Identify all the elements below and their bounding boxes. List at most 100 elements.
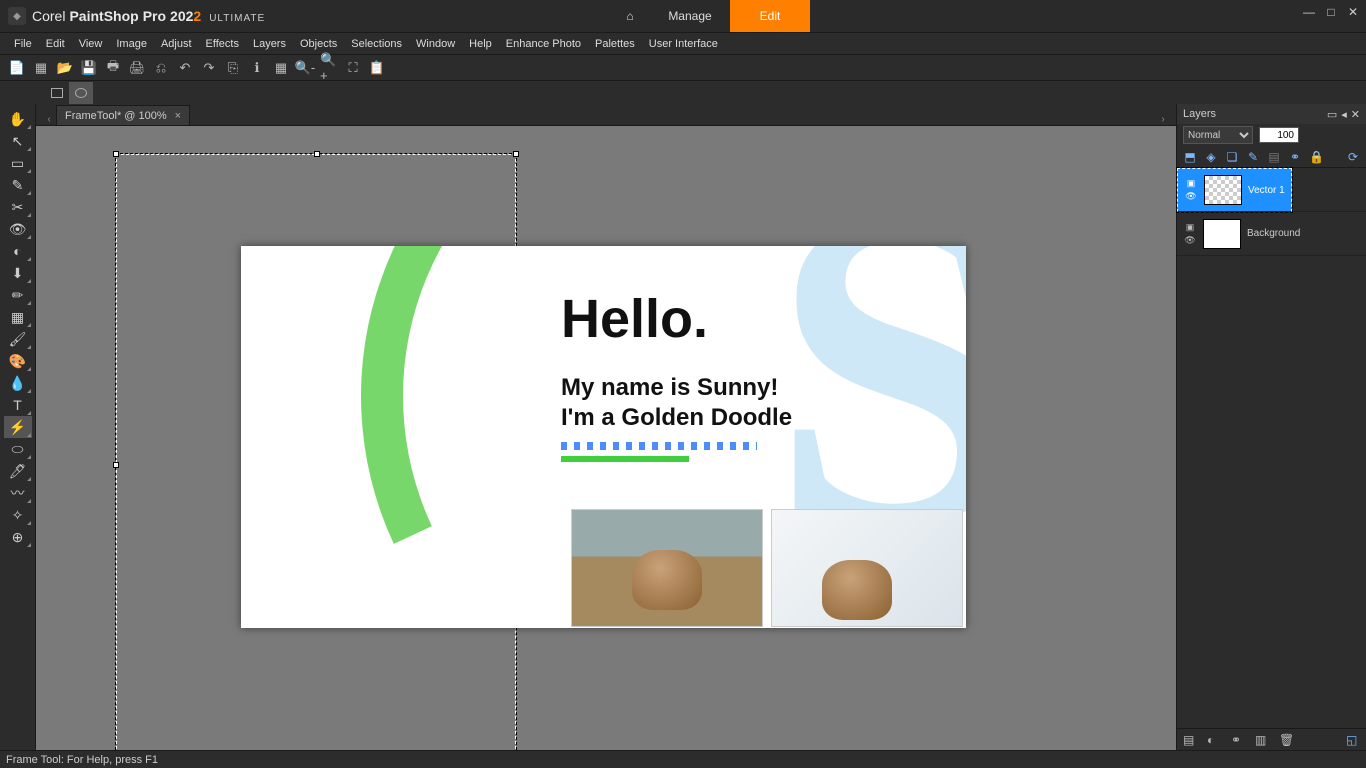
warp-tool[interactable]: 〰 [4, 482, 32, 504]
new-mask-icon[interactable]: ◈ [1204, 150, 1218, 164]
pen-tool[interactable]: 🖊 [4, 460, 32, 482]
toolbar-btn-5[interactable]: 🖨 [128, 59, 146, 77]
toolbar-btn-8[interactable]: ↷ [200, 59, 218, 77]
menu-layers[interactable]: Layers [247, 36, 292, 52]
link-bottom-icon[interactable]: ⚭ [1231, 733, 1245, 747]
layer-name: Vector 1 [1248, 185, 1285, 196]
redeye-tool[interactable]: 👁 [4, 218, 32, 240]
menu-view[interactable]: View [73, 36, 109, 52]
menu-palettes[interactable]: Palettes [589, 36, 641, 52]
selection-tool[interactable]: ▭ [4, 152, 32, 174]
new-raster-icon[interactable]: ▤ [1183, 733, 1197, 747]
panel-pin-icon[interactable]: ◂ [1341, 108, 1347, 121]
delete-layer-icon[interactable]: 🗑 [1279, 733, 1293, 747]
toolbar-btn-10[interactable]: ℹ [248, 59, 266, 77]
toolbar-btn-3[interactable]: 💾 [80, 59, 98, 77]
dropper-tool[interactable]: ✎ [4, 174, 32, 196]
title-year: 2022 [170, 8, 201, 24]
tab-manage[interactable]: Manage [650, 0, 730, 32]
panel-dock-icon[interactable]: ▭ [1327, 108, 1337, 121]
link-icon[interactable]: ⚭ [1288, 150, 1302, 164]
toolbar-btn-12[interactable]: 🔍- [296, 59, 314, 77]
panel-close-icon[interactable]: ✕ [1351, 108, 1360, 121]
menu-window[interactable]: Window [410, 36, 461, 52]
frame-shape-ellipse[interactable] [69, 82, 93, 104]
flyout-indicator [27, 389, 31, 393]
menu-effects[interactable]: Effects [200, 36, 245, 52]
pan-tool[interactable]: ✋ [4, 108, 32, 130]
airbrush-tool[interactable]: 🎨 [4, 350, 32, 372]
toolbar-btn-6[interactable]: ⎌ [152, 59, 170, 77]
tool-options-bar [0, 80, 1366, 104]
toolbar-btn-9[interactable]: ⎘ [224, 59, 242, 77]
mesh-tool[interactable]: ✧ [4, 504, 32, 526]
new-group-icon[interactable]: ❏ [1225, 150, 1239, 164]
title-pro: Pro [143, 8, 166, 24]
frame-tool[interactable]: ⚡ [4, 416, 32, 438]
menu-edit[interactable]: Edit [40, 36, 71, 52]
merge-icon[interactable]: ▥ [1255, 733, 1269, 747]
menu-enhance-photo[interactable]: Enhance Photo [500, 36, 587, 52]
toolbar-btn-1[interactable]: ▦ [32, 59, 50, 77]
duplicate-icon[interactable]: ▤ [1267, 150, 1281, 164]
flyout-indicator [27, 499, 31, 503]
handle-ne[interactable] [513, 151, 519, 157]
refresh-icon[interactable]: ⟳ [1346, 150, 1360, 164]
gradient-tool[interactable]: ▦ [4, 306, 32, 328]
pick-tool[interactable]: ↖ [4, 130, 32, 152]
layer-row[interactable]: ▣👁Background [1177, 212, 1366, 256]
expand-icon[interactable]: ◱ [1346, 733, 1360, 747]
decor-bar [561, 456, 689, 462]
opacity-input[interactable] [1259, 127, 1299, 143]
text-tool[interactable]: T [4, 394, 32, 416]
flood-tool[interactable]: 💧 [4, 372, 32, 394]
tab-scroll-left[interactable]: ‹ [42, 114, 56, 125]
scratch-tool[interactable]: ✏ [4, 284, 32, 306]
handle-w[interactable] [113, 462, 119, 468]
menu-file[interactable]: File [8, 36, 38, 52]
document-tab-close[interactable]: × [175, 110, 181, 122]
document-tab[interactable]: FrameTool* @ 100% × [56, 105, 190, 125]
flyout-indicator [27, 169, 31, 173]
menu-objects[interactable]: Objects [294, 36, 343, 52]
frame-shape-rect[interactable] [45, 82, 69, 104]
handle-n[interactable] [314, 151, 320, 157]
flyout-indicator [27, 257, 31, 261]
maximize-button[interactable]: □ [1324, 6, 1338, 20]
layer-visibility-icon[interactable]: ▣👁 [1184, 178, 1198, 202]
minimize-button[interactable]: — [1302, 6, 1316, 20]
paint-tool[interactable]: 🖌 [4, 328, 32, 350]
fx-icon[interactable]: ✎ [1246, 150, 1260, 164]
toolbar-btn-0[interactable]: 📄 [8, 59, 26, 77]
toolbar-btn-14[interactable]: ⛶ [344, 59, 362, 77]
menu-help[interactable]: Help [463, 36, 498, 52]
layer-visibility-icon[interactable]: ▣👁 [1183, 222, 1197, 246]
menu-adjust[interactable]: Adjust [155, 36, 198, 52]
toolbar-btn-4[interactable]: 🖶 [104, 59, 122, 77]
mask-circle-icon[interactable]: ◐ [1207, 733, 1221, 747]
shape-tool[interactable]: ⬭ [4, 438, 32, 460]
layer-row[interactable]: ▣👁 Vector 1 [1177, 168, 1292, 212]
tab-home[interactable]: ⌂ [610, 0, 650, 32]
toolbar-btn-15[interactable]: 📋 [368, 59, 386, 77]
makeover-tool[interactable]: ◐ [4, 240, 32, 262]
menu-image[interactable]: Image [110, 36, 153, 52]
lock-icon[interactable]: 🔒 [1309, 150, 1323, 164]
toolbar-btn-7[interactable]: ↶ [176, 59, 194, 77]
handle-nw[interactable] [113, 151, 119, 157]
new-layer-icon[interactable]: ⬒ [1183, 150, 1197, 164]
canvas-viewport[interactable]: S Hello. My name is Sunny! I'm a Golden … [36, 126, 1176, 750]
tab-edit[interactable]: Edit [730, 0, 810, 32]
toolbar-btn-2[interactable]: 📂 [56, 59, 74, 77]
photo-2 [771, 509, 963, 627]
toolbar-btn-11[interactable]: ▦ [272, 59, 290, 77]
toolbar-btn-13[interactable]: 🔍+ [320, 59, 338, 77]
menu-selections[interactable]: Selections [345, 36, 408, 52]
crop-tool[interactable]: ✂ [4, 196, 32, 218]
close-button[interactable]: ✕ [1346, 6, 1360, 20]
blend-mode-select[interactable]: Normal [1183, 126, 1253, 144]
tab-scroll-right[interactable]: › [1156, 114, 1170, 125]
clone-tool[interactable]: ⬇ [4, 262, 32, 284]
oil-tool[interactable]: ⊕ [4, 526, 32, 548]
menu-user-interface[interactable]: User Interface [643, 36, 724, 52]
